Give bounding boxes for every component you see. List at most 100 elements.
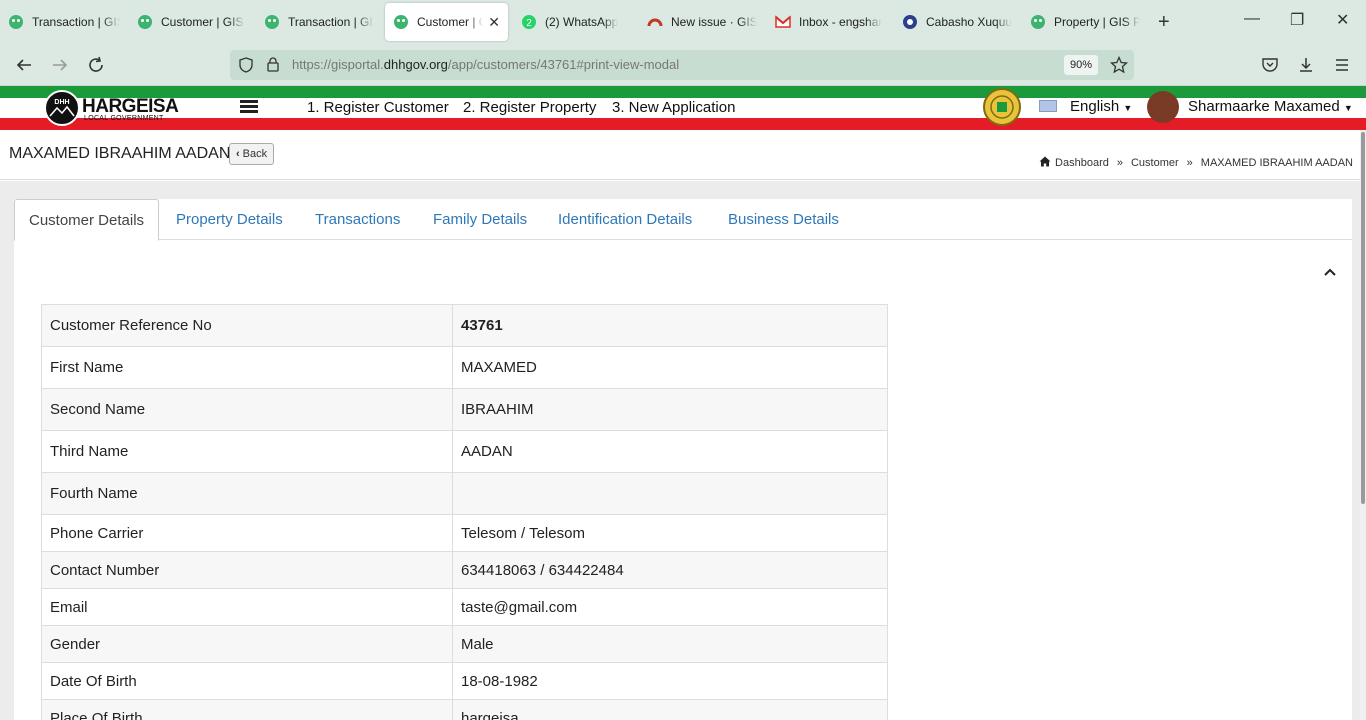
chevron-up-icon[interactable]	[1324, 265, 1336, 279]
whatsapp-icon: 2	[521, 14, 537, 30]
browser-tab[interactable]: New issue · GIS	[647, 3, 757, 41]
browser-tab[interactable]: Transaction | GIS	[264, 3, 374, 41]
field-value	[452, 472, 888, 515]
new-tab-icon[interactable]: +	[1158, 12, 1170, 32]
tab-transactions[interactable]: Transactions	[301, 199, 414, 240]
restore-icon[interactable]: ❐	[1290, 10, 1304, 30]
browser-tab[interactable]: 2 (2) WhatsApp	[521, 3, 631, 41]
menu-register-customer[interactable]: 1. Register Customer	[307, 99, 449, 116]
language-dropdown[interactable]: English ▼	[1070, 98, 1132, 115]
browser-tab-active[interactable]: Customer | GIS ✕	[385, 3, 508, 41]
tab-identification-details[interactable]: Identification Details	[544, 199, 706, 240]
user-avatar[interactable]	[1147, 91, 1179, 123]
field-label: Contact Number	[41, 551, 453, 589]
app-header: DHH HARGEISA LOCAL GOVERNMENT 1. Registe…	[0, 86, 1366, 130]
lock-icon[interactable]	[266, 56, 280, 77]
browser-tab[interactable]: Transaction | GIS	[8, 3, 120, 41]
shield-icon[interactable]	[238, 57, 254, 78]
app-menu-icon[interactable]	[1330, 53, 1354, 77]
user-menu-dropdown[interactable]: Sharmaarke Maxamed ▼	[1188, 98, 1353, 115]
minimize-icon[interactable]: —	[1244, 10, 1260, 28]
tab-business-details[interactable]: Business Details	[714, 199, 853, 240]
content-tabs: Customer Details Property Details Transa…	[14, 199, 1352, 241]
field-value: AADAN	[452, 430, 888, 473]
field-value: 634418063 / 634422484	[452, 551, 888, 589]
browser-tab-label: New issue · GIS	[671, 15, 757, 29]
gis-favicon-icon	[393, 14, 409, 30]
browser-tab-bar: Transaction | GIS Customer | GIS P Trans…	[0, 0, 1366, 44]
menu-register-property[interactable]: 2. Register Property	[463, 99, 596, 116]
language-label: English	[1070, 98, 1120, 115]
field-label: Third Name	[41, 430, 453, 473]
field-value: hargeisa	[452, 699, 888, 720]
bookmark-star-icon[interactable]	[1109, 55, 1129, 79]
browser-tab-label: Customer | GIS	[417, 15, 483, 29]
pocket-icon[interactable]	[1258, 53, 1282, 77]
hamburger-menu-icon[interactable]	[240, 100, 258, 114]
back-button[interactable]: ‹ Back	[229, 143, 275, 165]
browser-tab-label: Transaction | GIS	[288, 15, 374, 29]
download-icon[interactable]	[1294, 53, 1318, 77]
shield-favicon-icon	[902, 14, 918, 30]
browser-tab-label: Inbox - engshar	[799, 15, 883, 29]
field-value: Male	[452, 625, 888, 663]
breadcrumb-customer[interactable]: Customer	[1131, 157, 1179, 169]
somaliland-emblem-icon	[983, 88, 1021, 126]
svg-text:2: 2	[526, 18, 532, 29]
zoom-level[interactable]: 90%	[1064, 55, 1098, 75]
browser-tab[interactable]: Inbox - engshar	[775, 3, 885, 41]
table-row: Third Name AADAN	[41, 430, 888, 473]
table-row: Place Of Birth hargeisa	[41, 699, 888, 720]
field-label: First Name	[41, 346, 453, 389]
menu-new-application[interactable]: 3. New Application	[612, 99, 735, 116]
gmail-icon	[775, 14, 791, 30]
logo-subtitle: LOCAL GOVERNMENT	[84, 115, 164, 122]
browser-tab-label: Transaction | GIS	[32, 15, 120, 29]
gis-favicon-icon	[8, 14, 24, 30]
field-value: taste@gmail.com	[452, 588, 888, 626]
browser-tab[interactable]: Cabasho Xuquu	[902, 3, 1012, 41]
gitlab-icon	[647, 14, 663, 30]
breadcrumb-dashboard[interactable]: Dashboard	[1055, 157, 1109, 169]
table-row: First Name MAXAMED	[41, 346, 888, 389]
field-value: 43761	[452, 304, 888, 347]
url-path: /app/customers/43761#print-view-modal	[447, 57, 680, 72]
browser-tab-label: Cabasho Xuquu	[926, 15, 1012, 29]
url-prefix: https://gisportal.	[292, 57, 384, 72]
field-label: Email	[41, 588, 453, 626]
scrollbar-thumb[interactable]	[1361, 132, 1365, 504]
reload-icon[interactable]	[84, 53, 108, 77]
field-value: 18-08-1982	[452, 662, 888, 700]
tab-customer-details[interactable]: Customer Details	[14, 199, 160, 241]
close-tab-icon[interactable]: ✕	[488, 14, 500, 31]
back-button-label: Back	[242, 148, 268, 160]
url-text[interactable]: https://gisportal.dhhgov.org/app/custome…	[292, 57, 679, 72]
browser-tab-label: Property | GIS P	[1054, 15, 1140, 29]
field-label: Phone Carrier	[41, 514, 453, 552]
back-arrow-icon[interactable]	[12, 53, 36, 77]
svg-text:DHH: DHH	[54, 99, 69, 106]
close-window-icon[interactable]: ✕	[1336, 10, 1349, 30]
customer-panel: Customer Details Property Details Transa…	[14, 199, 1352, 720]
browser-tab[interactable]: Customer | GIS P	[137, 3, 245, 41]
home-icon	[1039, 156, 1051, 170]
uk-flag-icon[interactable]	[1039, 100, 1057, 112]
address-bar[interactable]: https://gisportal.dhhgov.org/app/custome…	[230, 50, 1134, 80]
tab-property-details[interactable]: Property Details	[162, 199, 297, 240]
forward-arrow-icon[interactable]	[48, 53, 72, 77]
field-label: Customer Reference No	[41, 304, 453, 347]
page-scrollbar[interactable]	[1360, 130, 1366, 720]
breadcrumb-separator: »	[1116, 157, 1123, 169]
customer-details-table: Customer Reference No 43761 First Name M…	[41, 304, 888, 720]
gis-favicon-icon	[264, 14, 280, 30]
table-row: Gender Male	[41, 625, 888, 663]
breadcrumb: Dashboard » Customer » MAXAMED IBRAAHIM …	[1039, 156, 1353, 170]
field-label: Place Of Birth	[41, 699, 453, 720]
table-row: Email taste@gmail.com	[41, 588, 888, 626]
tab-family-details[interactable]: Family Details	[419, 199, 541, 240]
browser-tab[interactable]: Property | GIS P	[1030, 3, 1140, 41]
breadcrumb-current: MAXAMED IBRAAHIM AADAN	[1200, 157, 1353, 169]
hargeisa-logo-icon[interactable]: DHH	[44, 90, 80, 126]
browser-tab-label: (2) WhatsApp	[545, 15, 619, 29]
table-row: Customer Reference No 43761	[41, 304, 888, 347]
